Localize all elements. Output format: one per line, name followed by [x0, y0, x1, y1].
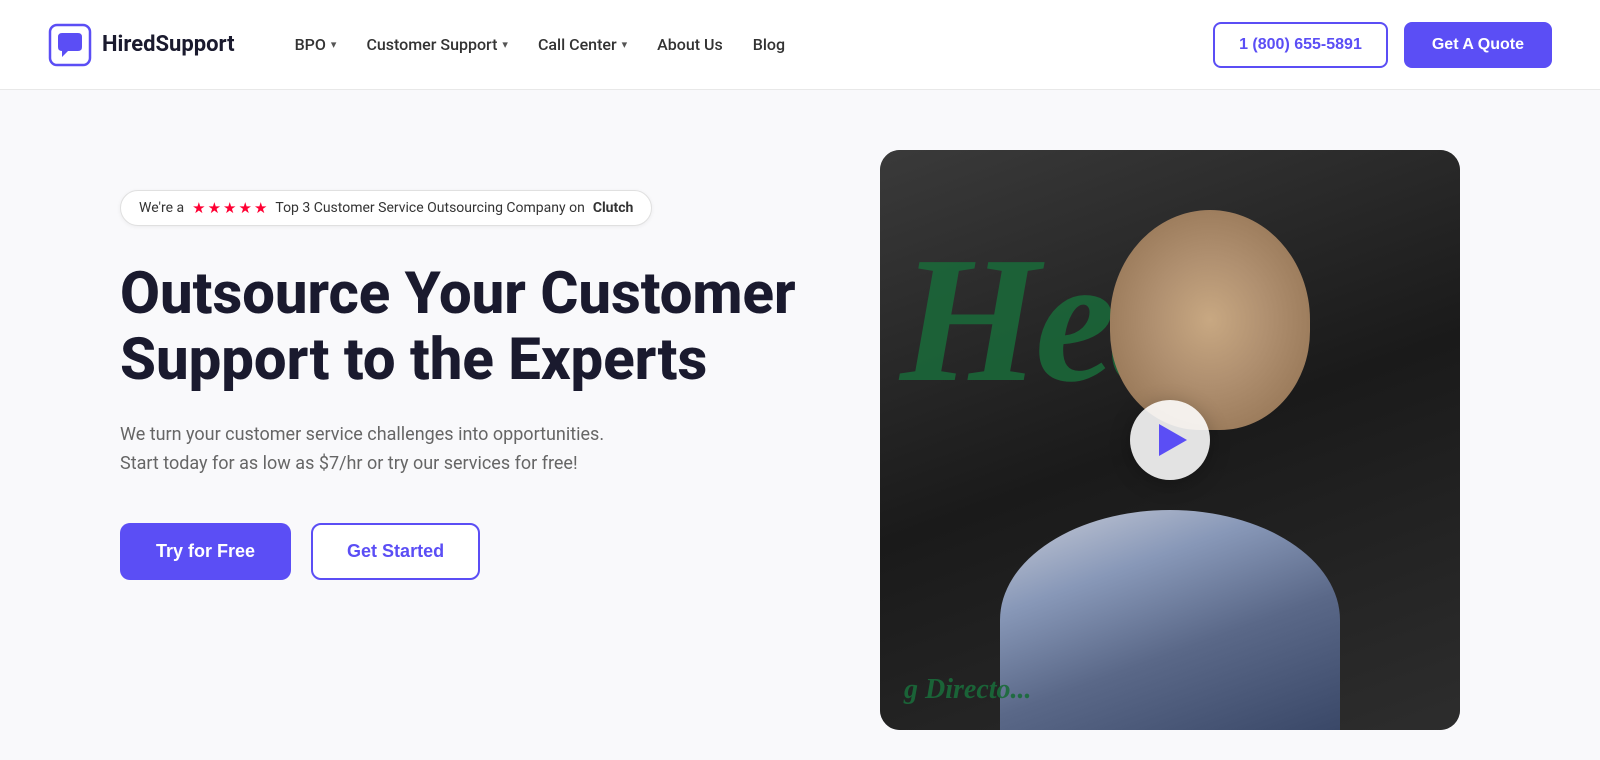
get-quote-button[interactable]: Get A Quote	[1404, 22, 1552, 68]
star-2: ★	[208, 199, 221, 217]
hero-title: Outsource Your Customer Support to the E…	[120, 262, 800, 393]
nav-item-bpo[interactable]: BPO ▾	[283, 27, 349, 62]
chevron-icon: ▾	[502, 38, 508, 51]
nav-item-customer-support[interactable]: Customer Support ▾	[354, 27, 520, 62]
logo-link[interactable]: HiredSupport	[48, 23, 235, 67]
nav-item-blog[interactable]: Blog	[741, 27, 797, 62]
star-1: ★	[192, 199, 205, 217]
nav-link-call-center[interactable]: Call Center ▾	[526, 27, 639, 62]
nav-item-call-center[interactable]: Call Center ▾	[526, 27, 639, 62]
video-container[interactable]: Healt g Directo...	[880, 150, 1460, 730]
navbar-right: 1 (800) 655-5891 Get A Quote	[1213, 22, 1552, 68]
chevron-icon: ▾	[622, 38, 628, 51]
play-button[interactable]	[1130, 400, 1210, 480]
hero-video: Healt g Directo...	[880, 150, 1460, 730]
video-bottom-text: g Directo...	[904, 674, 1032, 706]
nav-link-blog[interactable]: Blog	[741, 27, 797, 62]
person-head	[1110, 210, 1310, 430]
play-icon	[1159, 424, 1187, 456]
star-5: ★	[254, 199, 267, 217]
badge-brand: Clutch	[593, 200, 634, 216]
star-3: ★	[223, 199, 236, 217]
person-shirt	[1000, 510, 1340, 730]
hero-cta-buttons: Try for Free Get Started	[120, 523, 800, 580]
hero-subtitle: We turn your customer service challenges…	[120, 421, 640, 479]
chevron-icon: ▾	[331, 38, 337, 51]
brand-name: HiredSupport	[102, 32, 235, 57]
nav-item-about[interactable]: About Us	[645, 27, 735, 62]
badge-prefix: We're a	[139, 200, 184, 216]
navbar: HiredSupport BPO ▾ Customer Support ▾ Ca…	[0, 0, 1600, 90]
hero-content: We're a ★ ★ ★ ★ ★ Top 3 Customer Service…	[120, 150, 800, 580]
navbar-left: HiredSupport BPO ▾ Customer Support ▾ Ca…	[48, 23, 797, 67]
star-rating: ★ ★ ★ ★ ★	[192, 199, 267, 217]
nav-link-bpo[interactable]: BPO ▾	[283, 27, 349, 62]
badge-suffix: Top 3 Customer Service Outsourcing Compa…	[275, 200, 584, 216]
get-started-button[interactable]: Get Started	[311, 523, 480, 580]
logo-icon	[48, 23, 92, 67]
rating-badge: We're a ★ ★ ★ ★ ★ Top 3 Customer Service…	[120, 190, 652, 226]
hero-section: We're a ★ ★ ★ ★ ★ Top 3 Customer Service…	[0, 90, 1600, 760]
try-free-button[interactable]: Try for Free	[120, 523, 291, 580]
star-4: ★	[238, 199, 251, 217]
nav-link-about[interactable]: About Us	[645, 27, 735, 62]
phone-button[interactable]: 1 (800) 655-5891	[1213, 22, 1388, 68]
nav-link-customer-support[interactable]: Customer Support ▾	[354, 27, 520, 62]
nav-links: BPO ▾ Customer Support ▾ Call Center ▾ A…	[283, 27, 798, 62]
